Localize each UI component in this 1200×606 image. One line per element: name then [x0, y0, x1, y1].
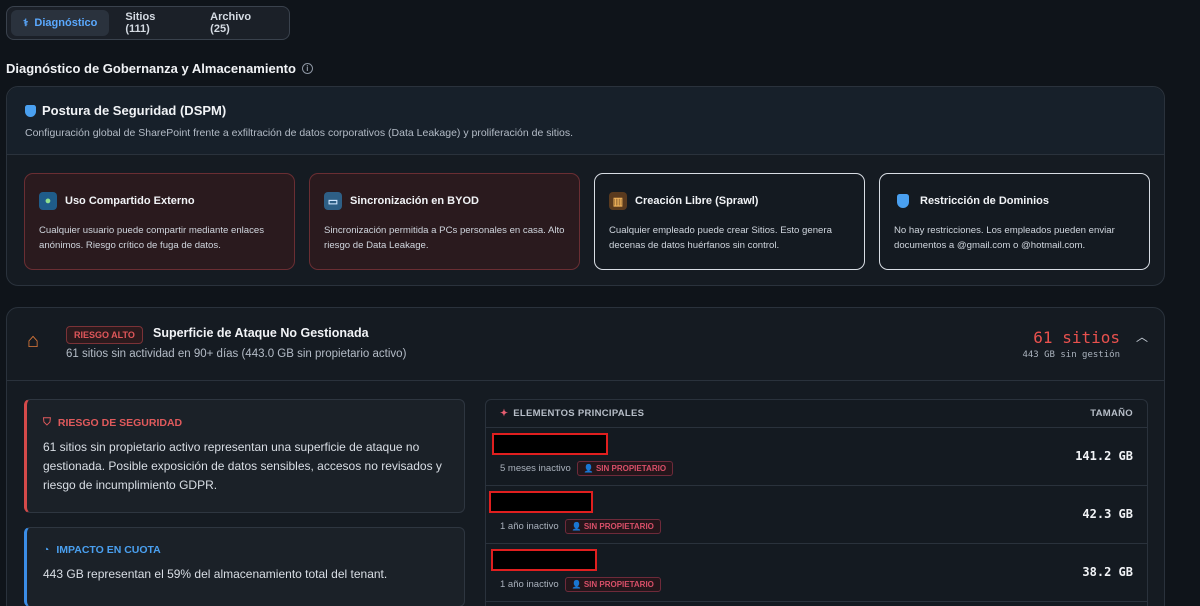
laptop-icon: ▭ [324, 192, 342, 210]
policy-card-byod-sync[interactable]: ▭ Sincronización en BYOD Sincronización … [309, 173, 580, 270]
user-icon: 👤 [571, 580, 584, 589]
policy-card-desc: Sincronización permitida a PCs personale… [324, 225, 565, 251]
inactive-label: 1 año inactivo [500, 579, 559, 590]
no-owner-badge-text: SIN PROPIETARIO [583, 522, 654, 531]
info-icon[interactable]: i [301, 63, 313, 74]
security-risk-title-text: RIESGO DE SEGURIDAD [57, 416, 183, 429]
row-meta: 1 año inactivo 👤 SIN PROPIETARIO [500, 577, 661, 592]
no-owner-badge: 👤 SIN PROPIETARIO [564, 519, 661, 534]
dspm-header: Postura de Seguridad (DSPM) Configuració… [7, 87, 1164, 155]
tab-sitios[interactable]: Sitios (111) [113, 10, 194, 36]
page-title-text: Diagnóstico de Gobernanza y Almacenamien… [6, 61, 296, 76]
policy-card-desc: No hay restricciones. Los empleados pued… [894, 225, 1115, 251]
quota-impact-text: 443 GB representan el 59% del almacenami… [43, 567, 388, 581]
policy-card-domain-restriction[interactable]: Restricción de Dominios No hay restricci… [879, 173, 1150, 270]
risk-header[interactable]: ⌂ RIESGO ALTO Superficie de Ataque No Ge… [7, 308, 1164, 381]
risk-panel: ⌂ RIESGO ALTO Superficie de Ataque No Ge… [6, 307, 1165, 606]
globe-icon: ● [39, 192, 57, 210]
row-size: 42.3 GB [1082, 507, 1133, 521]
risk-subtitle: 61 sitios sin actividad en 90+ días (443… [66, 348, 407, 360]
building-icon: ▥ [609, 192, 627, 210]
policy-card-title: ● Uso Compartido Externo [39, 192, 280, 210]
inactive-label: 5 meses inactivo [500, 463, 571, 474]
table-row[interactable]: 5 meses inactivo 👤 SIN PROPIETARIO 141.2… [486, 428, 1147, 486]
policy-card-title: ▥ Creación Libre (Sprawl) [609, 192, 850, 210]
row-size: 38.2 GB [1082, 565, 1133, 579]
security-risk-text: 61 sitios sin propietario activo represe… [43, 440, 442, 493]
dspm-title-text: Postura de Seguridad (DSPM) [42, 103, 227, 118]
policy-card-desc: Cualquier usuario puede compartir median… [39, 225, 265, 251]
top-elements-title: ✦ ELEMENTOS PRINCIPALES [500, 408, 644, 419]
page-title: Diagnóstico de Gobernanza y Almacenamien… [6, 61, 313, 76]
no-owner-badge: 👤 SIN PROPIETARIO [576, 461, 674, 476]
quota-impact-box: ◔ IMPACTO EN CUOTA 443 GB representan el… [24, 527, 465, 606]
row-meta: 5 meses inactivo 👤 SIN PROPIETARIO [500, 461, 674, 476]
pin-icon: ✦ [500, 408, 509, 419]
table-row[interactable]: 1 año inactivo 👤 SIN PROPIETARIO 42.3 GB [486, 486, 1147, 544]
user-icon: 👤 [583, 464, 596, 473]
redacted-site-name [491, 549, 597, 571]
tab-label: Diagnóstico [34, 17, 98, 29]
house-icon: ⌂ [27, 330, 40, 352]
row-meta: 1 año inactivo 👤 SIN PROPIETARIO [500, 519, 661, 534]
policy-card-external-sharing[interactable]: ● Uso Compartido Externo Cualquier usuar… [24, 173, 295, 270]
policy-card-title: ▭ Sincronización en BYOD [324, 192, 565, 210]
tab-archivo[interactable]: Archivo (25) [198, 10, 285, 36]
risk-count-sub: 443 GB sin gestión [1022, 350, 1120, 360]
shield-icon [894, 192, 912, 210]
main-tabs: ⚕ Diagnóstico Sitios (111) Archivo (25) [6, 6, 290, 40]
risk-count: 61 sitios [1033, 328, 1120, 347]
no-owner-badge-text: SIN PROPIETARIO [583, 580, 654, 589]
top-elements-title-text: ELEMENTOS PRINCIPALES [513, 408, 645, 419]
risk-badge: RIESGO ALTO [66, 326, 143, 344]
policy-card-sprawl[interactable]: ▥ Creación Libre (Sprawl) Cualquier empl… [594, 173, 865, 270]
size-column-header: TAMAÑO [1090, 408, 1133, 419]
dspm-subtitle: Configuración global de SharePoint frent… [25, 127, 574, 139]
tab-diagnostico[interactable]: ⚕ Diagnóstico [11, 10, 110, 36]
pie-chart-icon: ◔ [43, 544, 50, 556]
quota-impact-title: ◔ IMPACTO EN CUOTA [43, 544, 448, 556]
policy-cards: ● Uso Compartido Externo Cualquier usuar… [24, 173, 1150, 270]
policy-card-title-text: Uso Compartido Externo [65, 195, 195, 207]
chevron-up-icon[interactable]: ︿ [1136, 328, 1148, 345]
redacted-site-name [489, 491, 593, 513]
shield-alert-icon: ⛉ [43, 416, 51, 428]
tab-label: Sitios (111) [125, 11, 156, 35]
security-risk-box: ⛉ RIESGO DE SEGURIDAD 61 sitios sin prop… [24, 399, 465, 513]
stethoscope-icon: ⚕ [23, 17, 29, 29]
policy-card-desc: Cualquier empleado puede crear Sitios. E… [609, 225, 832, 251]
policy-card-title-text: Sincronización en BYOD [350, 195, 479, 207]
no-owner-badge: 👤 SIN PROPIETARIO [564, 577, 661, 592]
dspm-panel: Postura de Seguridad (DSPM) Configuració… [6, 86, 1165, 286]
user-icon: 👤 [571, 522, 584, 531]
table-row[interactable]: 1 año inactivo 👤 SIN PROPIETARIO 38.2 GB [486, 544, 1147, 602]
no-owner-badge-text: SIN PROPIETARIO [595, 464, 667, 473]
tab-label: Archivo (25) [210, 11, 252, 35]
top-elements-table: ✦ ELEMENTOS PRINCIPALES TAMAÑO 5 meses in… [485, 399, 1148, 606]
shield-icon [25, 104, 36, 117]
security-risk-title: ⛉ RIESGO DE SEGURIDAD [43, 416, 448, 429]
policy-card-title: Restricción de Dominios [894, 192, 1135, 210]
redacted-site-name [492, 433, 608, 455]
policy-card-title-text: Restricción de Dominios [920, 195, 1049, 207]
policy-card-title-text: Creación Libre (Sprawl) [635, 195, 759, 207]
top-elements-header: ✦ ELEMENTOS PRINCIPALES TAMAÑO [486, 400, 1147, 428]
dspm-title: Postura de Seguridad (DSPM) [25, 103, 1146, 118]
row-size: 141.2 GB [1075, 449, 1133, 463]
quota-impact-title-text: IMPACTO EN CUOTA [56, 544, 161, 556]
inactive-label: 1 año inactivo [500, 521, 559, 532]
risk-title: Superficie de Ataque No Gestionada [153, 326, 369, 340]
